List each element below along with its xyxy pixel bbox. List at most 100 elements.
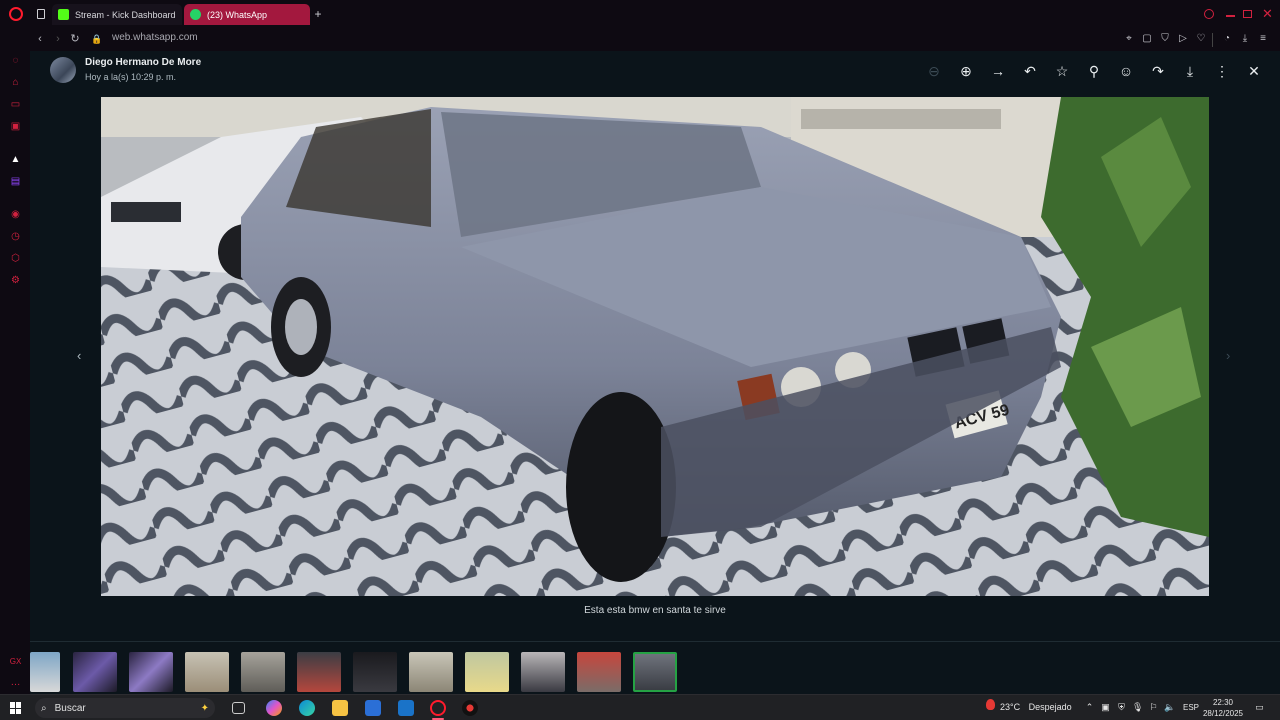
new-tab-button[interactable]: +	[312, 7, 324, 21]
thumbnail[interactable]	[353, 652, 397, 692]
thumbnail[interactable]	[30, 652, 60, 692]
microphone-icon[interactable]: 🎙	[1132, 702, 1143, 713]
history-icon[interactable]: ◷	[9, 230, 22, 243]
thumbnail[interactable]	[185, 652, 229, 692]
weather-desc: Despejado	[1028, 702, 1072, 712]
url-field[interactable]: web.whatsapp.com	[112, 32, 198, 43]
music-icon[interactable]: ▣	[9, 120, 22, 133]
copilot-highlight-icon: ✦	[200, 702, 209, 714]
aria-icon[interactable]: ◌	[9, 54, 22, 67]
extensions-icon[interactable]: ⬡	[9, 252, 22, 265]
back-icon[interactable]: ‹	[32, 31, 48, 47]
download-icon[interactable]: ⤓	[1181, 62, 1199, 80]
task-view-icon[interactable]	[232, 702, 245, 714]
search-tabs-icon[interactable]	[1204, 9, 1214, 19]
browser-tab-bar: Stream - Kick Dashboard (23) WhatsApp + …	[0, 0, 1280, 29]
thumbnail[interactable]	[129, 652, 173, 692]
close-window-icon[interactable]: ✕	[1262, 6, 1273, 22]
sender-name: Diego Hermano De More	[85, 57, 202, 68]
opera-sidebar: ◌ ⌂ ▭ ▣ ▲ ▤ ◉ ◷ ⬡ ⚙ GX …	[0, 51, 30, 694]
outlook-icon[interactable]	[398, 700, 414, 716]
next-media-icon[interactable]: ›	[1226, 348, 1230, 363]
address-bar: ‹ › ↻ 🔒 web.whatsapp.com ⌖ ▢ ⛉ ▷ ♡ ◔ ⤓ ≡	[0, 29, 1280, 51]
thumbnail[interactable]	[409, 652, 453, 692]
forward-nav-icon[interactable]: ›	[50, 31, 66, 47]
previous-media-icon[interactable]: ‹	[77, 348, 81, 363]
tab-label: Stream - Kick Dashboard	[75, 9, 176, 20]
steam-like-icon[interactable]	[462, 700, 478, 716]
whatsapp-favicon-icon	[190, 9, 201, 20]
snapshot-icon[interactable]: ▢	[1140, 32, 1154, 46]
share-icon[interactable]: ↷	[1149, 62, 1167, 80]
media-photo: ACV 59	[101, 97, 1209, 596]
sidebar-more-icon[interactable]: …	[9, 676, 22, 689]
player-icon[interactable]: ▷	[1176, 32, 1190, 46]
tab-label: (23) WhatsApp	[207, 9, 268, 20]
thumbnail[interactable]	[465, 652, 509, 692]
taskbar-search[interactable]: ⌕ Buscar ✦	[35, 698, 215, 718]
media-caption: Esta esta bmw en santa te sirve	[584, 605, 726, 616]
player-sidebar-icon[interactable]: ◉	[9, 208, 22, 221]
downloads-icon[interactable]: ⤓	[1238, 32, 1252, 46]
tab-kick-dashboard[interactable]: Stream - Kick Dashboard	[52, 4, 182, 25]
tab-page-icon[interactable]	[37, 9, 45, 19]
settings-icon[interactable]: ⚙	[9, 274, 22, 287]
thumbnail[interactable]	[73, 652, 117, 692]
gx-icon[interactable]: GX	[9, 655, 22, 668]
thumbnail[interactable]	[297, 652, 341, 692]
system-clock[interactable]: 22:30 28/12/2025	[1200, 697, 1246, 719]
windows-taskbar: ⌕ Buscar ✦ 23°C Despejado ⌃ ▣ ⛨ 🎙 ⚐ 🔈 ES…	[0, 694, 1280, 720]
weather-icon	[986, 699, 995, 710]
close-icon[interactable]: ✕	[1245, 62, 1263, 80]
copilot-icon[interactable]	[266, 700, 282, 716]
messenger-icon[interactable]: ▭	[9, 98, 22, 111]
clock-time: 22:30	[1212, 698, 1234, 707]
tray-vpn-icon[interactable]: ⛨	[1116, 702, 1127, 713]
star-icon[interactable]: ☆	[1053, 62, 1071, 80]
account-icon[interactable]: ◔	[1220, 32, 1234, 46]
thumbnail-selected[interactable]	[633, 652, 677, 692]
avatar[interactable]	[50, 57, 76, 83]
chevron-up-icon[interactable]: ⌃	[1084, 702, 1095, 713]
reload-icon[interactable]: ↻	[67, 31, 83, 47]
more-icon[interactable]: ⋮	[1213, 62, 1231, 80]
kick-favicon-icon	[58, 9, 69, 20]
weather-widget[interactable]: 23°C Despejado	[1000, 702, 1072, 712]
minimize-icon[interactable]	[1226, 15, 1235, 17]
thumbnail-divider	[30, 641, 1280, 642]
tray-network-icon[interactable]: ⚐	[1148, 702, 1159, 713]
active-app-icon[interactable]: ▲	[9, 153, 22, 166]
zoom-in-icon[interactable]: ⊕	[957, 62, 975, 80]
search-icon: ⌕	[41, 702, 47, 714]
forward-icon[interactable]: →	[989, 62, 1007, 80]
file-explorer-icon[interactable]	[332, 700, 348, 716]
heart-icon[interactable]: ♡	[1194, 32, 1208, 46]
twitch-icon[interactable]: ▤	[9, 175, 22, 188]
emoji-icon[interactable]: ☺	[1117, 62, 1135, 80]
windows-start-icon[interactable]	[10, 702, 22, 714]
thumbnail[interactable]	[577, 652, 621, 692]
thumbnail[interactable]	[241, 652, 285, 692]
notifications-icon[interactable]: ▭	[1254, 702, 1265, 713]
pin-icon[interactable]: ⚲	[1085, 62, 1103, 80]
menu-icon[interactable]: ≡	[1256, 32, 1270, 46]
tab-whatsapp[interactable]: (23) WhatsApp	[184, 4, 310, 25]
language-indicator[interactable]: ESP	[1183, 703, 1199, 712]
store-icon[interactable]	[365, 700, 381, 716]
reply-icon[interactable]: ↶	[1021, 62, 1039, 80]
clock-date: 28/12/2025	[1202, 709, 1244, 718]
toolbar-divider	[1212, 33, 1213, 47]
thumbnail[interactable]	[521, 652, 565, 692]
weather-temp: 23°C	[1000, 702, 1021, 712]
lock-icon: 🔒	[91, 34, 103, 44]
shopping-icon[interactable]: ⌂	[9, 76, 22, 89]
tray-app-icon[interactable]: ▣	[1100, 702, 1111, 713]
pin-page-icon[interactable]: ⌖	[1122, 32, 1136, 46]
edge-icon[interactable]	[299, 700, 315, 716]
volume-icon[interactable]: 🔈	[1164, 702, 1175, 713]
restore-icon[interactable]	[1243, 10, 1252, 18]
opera-gx-taskbar-icon[interactable]	[430, 700, 446, 716]
opera-logo-icon[interactable]	[9, 7, 23, 21]
message-timestamp: Hoy a la(s) 10:29 p. m.	[85, 72, 177, 82]
shield-icon[interactable]: ⛉	[1158, 32, 1172, 46]
